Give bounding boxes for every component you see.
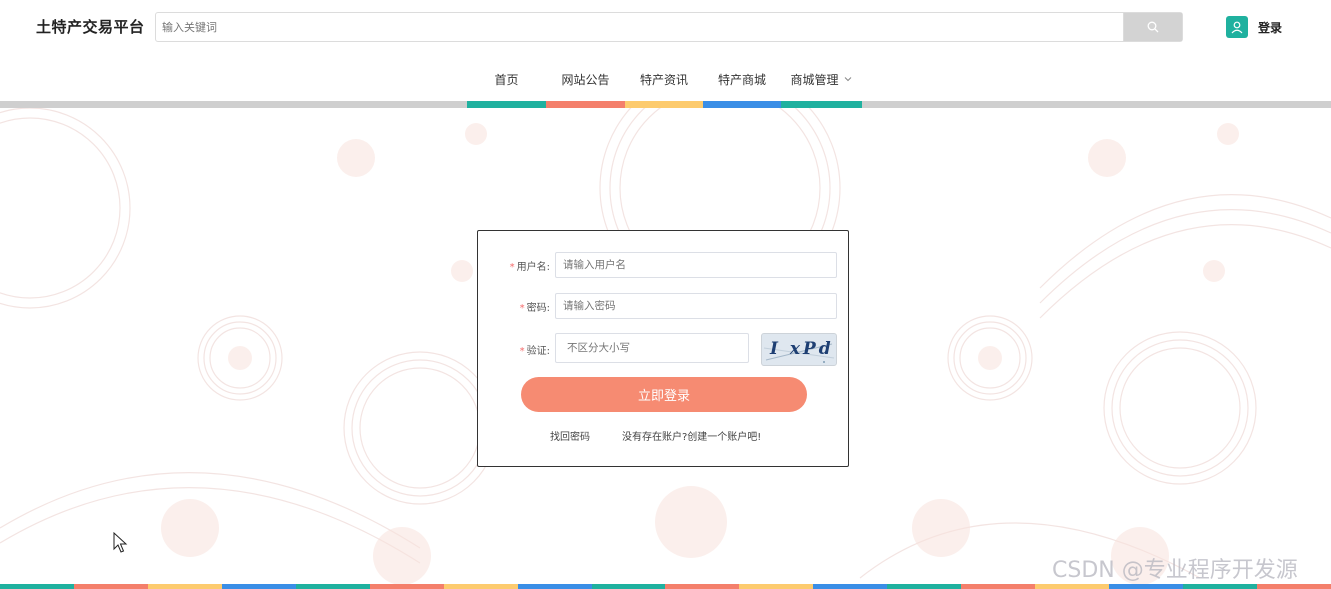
top-header: 土特产交易平台 登录 <box>0 0 1331 56</box>
nav-item-home[interactable]: 首页 <box>467 64 546 94</box>
captcha-input[interactable] <box>555 333 749 363</box>
forgot-password-link[interactable]: 找回密码 <box>550 428 590 443</box>
brand-title: 土特产交易平台 <box>36 18 145 36</box>
watermark-text: CSDN @专业程序开发源 <box>1052 558 1298 583</box>
password-input[interactable] <box>555 293 837 319</box>
header-login-button[interactable]: 登录 <box>1226 15 1282 39</box>
user-icon <box>1226 16 1248 38</box>
captcha-row: *验证: I xPd <box>478 333 850 366</box>
nav-color-bar-news <box>625 101 703 108</box>
login-card: *用户名: *密码: *验证: I xPd 立即登录 找回密码 没有存在账户?创… <box>477 230 849 467</box>
login-links: 找回密码 没有存在账户?创建一个账户吧! <box>550 428 761 443</box>
nav-item-news[interactable]: 特产资讯 <box>625 64 703 94</box>
search-icon <box>1147 21 1159 33</box>
username-input[interactable] <box>555 252 837 278</box>
search-button[interactable] <box>1123 13 1182 41</box>
username-label: * 用户名: <box>509 262 550 273</box>
main-nav: 首页 网站公告 特产资讯 特产商城 商城管理 <box>467 64 862 102</box>
nav-color-bar-manage <box>781 101 862 108</box>
captcha-label: * 验证: <box>519 346 550 357</box>
nav-item-manage[interactable]: 商城管理 <box>781 64 862 94</box>
nav-color-bar-shop <box>703 101 781 108</box>
nav-item-manage-label: 商城管理 <box>790 72 839 87</box>
nav-color-bar-home <box>467 101 546 108</box>
password-row: * 密码: <box>478 293 850 319</box>
captcha-image[interactable]: I xPd <box>761 333 837 366</box>
nav-item-notice[interactable]: 网站公告 <box>546 64 625 94</box>
search-input[interactable] <box>156 13 1124 41</box>
nav-color-bar-notice <box>546 101 625 108</box>
header-login-label: 登录 <box>1258 20 1283 35</box>
captcha-text: I xPd <box>770 339 834 359</box>
chevron-down-icon <box>844 77 851 82</box>
login-submit-button[interactable]: 立即登录 <box>521 377 807 412</box>
search-bar <box>155 12 1183 42</box>
password-label: * 密码: <box>519 303 550 314</box>
nav-item-shop[interactable]: 特产商城 <box>703 64 781 94</box>
mouse-cursor-icon <box>113 532 128 553</box>
username-row: * 用户名: <box>478 252 850 278</box>
bottom-color-stripe <box>0 584 1331 589</box>
register-link[interactable]: 没有存在账户?创建一个账户吧! <box>622 428 761 443</box>
